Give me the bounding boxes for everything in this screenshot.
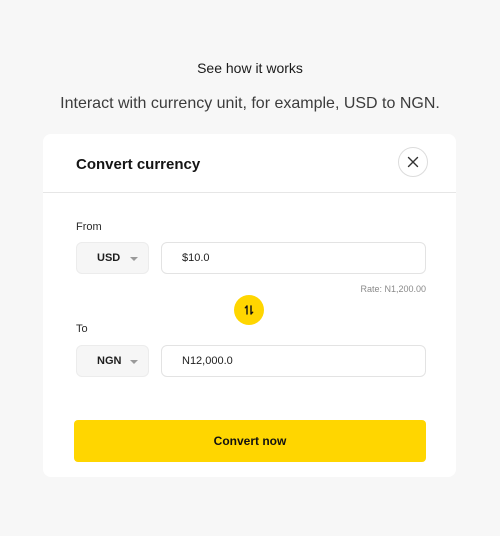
- from-currency-value: USD: [97, 252, 121, 264]
- section-eyebrow: See how it works: [197, 60, 303, 76]
- to-amount-value: N12,000.0: [182, 355, 233, 367]
- convert-now-button[interactable]: Convert now: [74, 420, 426, 462]
- close-icon: [407, 156, 419, 168]
- to-label: To: [76, 323, 88, 335]
- from-amount-input[interactable]: $10.0: [161, 242, 426, 274]
- card-header: Convert currency: [43, 134, 456, 193]
- card-title: Convert currency: [76, 156, 201, 173]
- to-amount-input[interactable]: N12,000.0: [161, 345, 426, 377]
- close-button[interactable]: [398, 147, 428, 177]
- swap-currencies-button[interactable]: [234, 295, 264, 325]
- chevron-down-icon: [130, 257, 138, 261]
- from-currency-select[interactable]: USD: [76, 242, 149, 274]
- exchange-rate: Rate: N1,200.00: [360, 284, 426, 294]
- to-currency-value: NGN: [97, 355, 122, 367]
- from-label: From: [76, 221, 102, 233]
- chevron-down-icon: [130, 360, 138, 364]
- section-intro: Interact with currency unit, for example…: [60, 95, 440, 112]
- swap-arrows-icon: [244, 305, 254, 315]
- from-amount-value: $10.0: [182, 252, 210, 264]
- converter-card: Convert currency From USD $10.0 Rate: N1…: [43, 134, 456, 477]
- to-currency-select[interactable]: NGN: [76, 345, 149, 377]
